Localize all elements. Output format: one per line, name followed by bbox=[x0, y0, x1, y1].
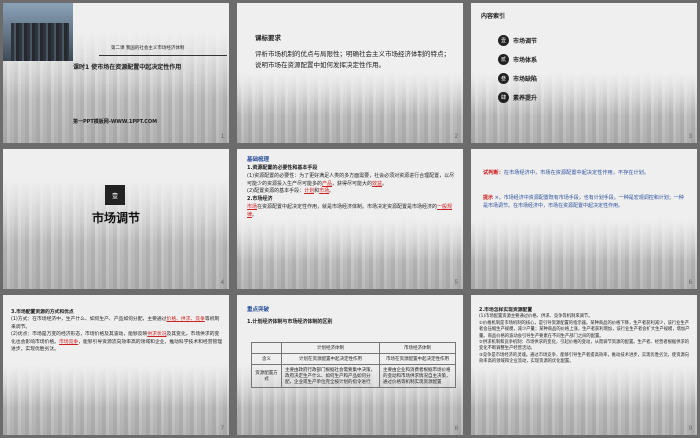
toc-badge: 叁 bbox=[498, 73, 509, 84]
fill-blank: 市场竞争 bbox=[58, 339, 79, 345]
city-skyline-image bbox=[237, 219, 463, 289]
city-skyline-image bbox=[471, 219, 697, 289]
slide-thumbnail-7[interactable]: 3.市场配置资源的方式和优点 (1)方式：在市场经济中，生产什么、如何生产、产品… bbox=[3, 295, 229, 435]
slide-content: 3.市场配置资源的方式和优点 (1)方式：在市场经济中，生产什么、如何生产、产品… bbox=[11, 309, 223, 354]
slide-thumbnail-4[interactable]: 壹 市场调节 4 bbox=[3, 149, 229, 289]
point-text: ③竞争是市场经济的灵魂。通过市场竞争，能够引导生产者提高效率，推动技术进步，实现… bbox=[479, 352, 690, 365]
slide-content: 1.资源配置的必要性和基本手段 (1)资源配置的必要性：为了更好满足人类的多方面… bbox=[247, 165, 455, 219]
toc-label: 市场体系 bbox=[513, 57, 538, 64]
point-text: 市场在资源配置中起决定性作用，就是市场经济体制。市场决定资源配置是市场经济的一般… bbox=[247, 204, 455, 220]
text-run: (2)配置资源的基本手段： bbox=[247, 188, 305, 195]
slide-body: 评析市场机制的优点与局限性；明确社会主义市场经济体制的特点；说明市场在资源配置中… bbox=[255, 50, 450, 70]
text-run: 在资源配置中起决定性作用，就是市场经济体制。市场决定资源配置是市场经济的 bbox=[257, 203, 438, 210]
table-row: 含义 计划在资源配置中起决定性作用 市场在资源配置中起决定性作用 bbox=[251, 353, 457, 365]
toc-badge: 壹 bbox=[498, 35, 509, 46]
table-header-cell: 市场经济体制 bbox=[378, 342, 457, 354]
point-text: (1)方式：在市场经济中，生产什么、如何生产、产品如何分配，主要通过价格、供求、… bbox=[11, 316, 223, 331]
toc-label: 市场缺陷 bbox=[513, 76, 538, 83]
toc-heading: 内容索引 bbox=[481, 13, 506, 20]
judge-question: 试判断：在市场经济中，市场在资源配置中起决定性作用，不存在计划。 bbox=[483, 169, 687, 177]
slide-number: 1 bbox=[220, 134, 224, 140]
table-header-cell bbox=[251, 342, 282, 354]
lesson-title: 课时1 使市场在资源配置中起决定性作用 bbox=[73, 64, 182, 71]
fill-blank: 市场 bbox=[247, 203, 258, 210]
table-cell: 市场在资源配置中起决定性作用 bbox=[378, 353, 457, 365]
slide-thumbnail-2[interactable]: 课标要求 评析市场机制的优点与局限性；明确社会主义市场经济体制的特点；说明市场在… bbox=[237, 3, 463, 143]
fill-blank: 产品 bbox=[322, 180, 333, 187]
slide-number: 5 bbox=[454, 280, 458, 286]
slide-number: 4 bbox=[220, 280, 224, 286]
point-heading: 2.市场经济 bbox=[247, 196, 273, 202]
text-run: 。 bbox=[252, 211, 258, 218]
table-cell: 计划在资源配置中起决定性作用 bbox=[281, 353, 380, 365]
comparison-table: 计划经济体制 市场经济体制 含义 计划在资源配置中起决定性作用 市场在资源配置中… bbox=[251, 342, 457, 388]
fill-blank: 价格、供求、竞争 bbox=[166, 317, 205, 323]
fill-blank: 市场 bbox=[319, 188, 330, 195]
slide-number: 9 bbox=[688, 426, 692, 432]
section-tag: 重点突破 bbox=[247, 307, 270, 313]
toc-item-3[interactable]: 叁 市场缺陷 bbox=[498, 73, 537, 84]
hint-tag: 提示 bbox=[483, 195, 494, 201]
text-run: 。 bbox=[329, 188, 335, 195]
text-run: (2)优点：市场是万变的经济形态，市场价格及其波动，能够反映 bbox=[11, 332, 148, 338]
section-title: 市场调节 bbox=[91, 211, 140, 225]
slide-number: 8 bbox=[454, 426, 458, 432]
slide-number: 3 bbox=[688, 134, 692, 140]
table-cell: 资源配置方式 bbox=[251, 364, 282, 388]
table-header-cell: 计划经济体制 bbox=[281, 342, 380, 354]
fill-blank: 计划 bbox=[304, 188, 315, 195]
table-heading: 1.计划经济体制与市场经济体制的区别 bbox=[247, 319, 333, 325]
watermark-text: 第一PPT模板网-WWW.1PPT.COM bbox=[73, 119, 158, 125]
slide-thumbnail-1[interactable]: 第二课 我国的社会主义市场经济体制 课时1 使市场在资源配置中起决定性作用 第一… bbox=[3, 3, 229, 143]
slide-thumbnail-6[interactable]: 试判断：在市场经济中，市场在资源配置中起决定性作用，不存在计划。 提示 ×。市场… bbox=[471, 149, 697, 289]
fill-blank: 供求状况 bbox=[147, 332, 167, 338]
slide-thumbnail-5[interactable]: 基础梳理 1.资源配置的必要性和基本手段 (1)资源配置的必要性：为了更好满足人… bbox=[237, 149, 463, 289]
slide-number: 6 bbox=[688, 280, 692, 286]
judge-tag: 试判断： bbox=[483, 170, 504, 176]
toc-badge: 贰 bbox=[498, 54, 509, 65]
text-run: 。 bbox=[382, 180, 388, 187]
slide-thumbnail-3[interactable]: 内容索引 壹 市场调节 贰 市场体系 叁 市场缺陷 肆 素养提升 3 bbox=[471, 3, 697, 143]
title-divider bbox=[99, 55, 227, 56]
text-run: ，获得尽可能大的 bbox=[332, 180, 373, 187]
text-run: (1)方式：在市场经济中，生产什么、如何生产、产品如何分配，主要通过 bbox=[11, 317, 167, 323]
point-text: ①价格机制是市场机制的核心，是引导资源配置的指示器。某种商品的价格下降，生产者获… bbox=[479, 320, 690, 339]
table-row: 资源配置方式 主要由政府行政部门根据社会需要集中决策，政府决定生产什么、如何生产… bbox=[251, 364, 457, 388]
point-heading: 1.资源配置的必要性和基本手段 bbox=[247, 165, 318, 171]
point-text: ②供求机制和竞争机制：市场供求的变化，引起价格的变动，从而调节资源的配置。生产者… bbox=[479, 339, 690, 352]
city-skyline-image bbox=[3, 365, 229, 435]
point-heading: 3.市场配置资源的方式和优点 bbox=[11, 310, 74, 315]
slide-heading: 课标要求 bbox=[255, 34, 281, 42]
hint-text: ×。市场经济中资源配置既有市场手段，也有计划手段。一种是宏观调控和计划；一种是市… bbox=[483, 195, 684, 209]
fill-blank: 效益 bbox=[372, 180, 383, 187]
point-text: (2)优点：市场是万变的经济形态，市场价格及其波动，能够反映供求状况及其变化，市… bbox=[11, 331, 223, 353]
section-badge: 壹 bbox=[105, 185, 125, 205]
point-text: (2)配置资源的基本手段：计划和市场。 bbox=[247, 188, 455, 196]
hint-answer: 提示 ×。市场经济中资源配置既有市场手段，也有计划手段。一种是宏观调控和计划；一… bbox=[483, 195, 687, 211]
table-cell: 主要由企业和消费者根据市场价格的变动和市场供求情况自主决策，通过价格等机制实现资… bbox=[378, 364, 457, 388]
table-cell: 主要由政府行政部门根据社会需要集中决策，政府决定生产什么、如何生产和产品如何分配… bbox=[281, 364, 380, 388]
toc-badge: 肆 bbox=[498, 92, 509, 103]
judge-text: 在市场经济中，市场在资源配置中起决定性作用，不存在计划。 bbox=[503, 170, 650, 176]
table-header-row: 计划经济体制 市场经济体制 bbox=[251, 342, 457, 354]
toc-item-2[interactable]: 贰 市场体系 bbox=[498, 54, 537, 65]
slide-number: 2 bbox=[454, 134, 458, 140]
lesson-subtitle: 第二课 我国的社会主义市场经济体制 bbox=[111, 46, 185, 51]
toc-item-1[interactable]: 壹 市场调节 bbox=[498, 35, 537, 46]
section-tag: 基础梳理 bbox=[247, 157, 270, 163]
toc-label: 素养提升 bbox=[513, 95, 538, 102]
city-skyline-image bbox=[471, 365, 697, 435]
slide-number: 7 bbox=[220, 426, 224, 432]
table-cell: 含义 bbox=[251, 353, 282, 365]
point-text: (1)资源配置的必要性：为了更好满足人类的多方面需要，社会必须对资源进行合理配置… bbox=[247, 173, 455, 189]
slide-thumbnail-9[interactable]: 2.市场怎样实现资源配置 (1)市场配置资源主要通过价格、供求、竞争等机制来调节… bbox=[471, 295, 697, 435]
toc-item-4[interactable]: 肆 素养提升 bbox=[498, 92, 537, 103]
slide-thumbnail-8[interactable]: 重点突破 1.计划经济体制与市场经济体制的区别 计划经济体制 市场经济体制 含义… bbox=[237, 295, 463, 435]
slide-content: 2.市场怎样实现资源配置 (1)市场配置资源主要通过价格、供求、竞争等机制来调节… bbox=[479, 307, 691, 366]
city-photo bbox=[3, 3, 73, 61]
toc-label: 市场调节 bbox=[513, 38, 538, 45]
city-skyline-image bbox=[237, 73, 463, 143]
